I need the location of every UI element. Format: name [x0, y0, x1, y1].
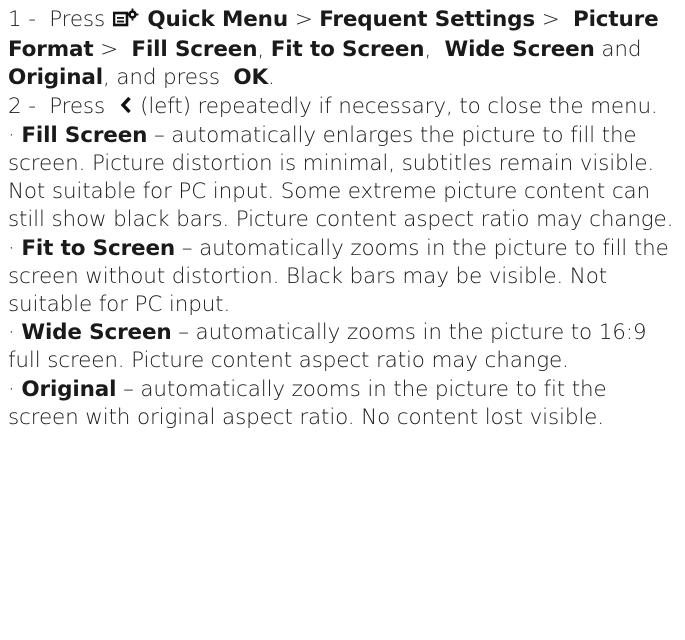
- step-1-fill-screen: Fill Screen: [131, 37, 258, 63]
- step-1-sep3: >: [100, 37, 119, 63]
- bullet-original: · Original – automatically zooms in the …: [8, 376, 680, 432]
- bullet-term: Original: [21, 376, 117, 402]
- quick-menu-icon: [112, 8, 139, 36]
- bullet-marker: ·: [8, 376, 15, 402]
- step-2-number: 2 -: [8, 93, 36, 119]
- step-1-press: Press: [49, 7, 106, 32]
- bullet-marker: ·: [8, 235, 15, 261]
- step-1-comma1: ,: [257, 37, 265, 63]
- step-1-wide-screen: Wide Screen: [444, 37, 595, 63]
- step-1-and: and: [601, 37, 642, 63]
- step-1-comma2: ,: [424, 37, 432, 63]
- chevron-left-icon: [120, 94, 132, 122]
- bullet-term: Fit to Screen: [21, 235, 176, 261]
- step-1-and-press: , and press: [103, 65, 220, 91]
- bullet-wide-screen: · Wide Screen – automatically zooms in t…: [8, 319, 680, 375]
- step-1-period: .: [267, 65, 275, 91]
- bullet-marker: ·: [8, 122, 15, 148]
- step-2-rest: (left) repeatedly if necessary, to close…: [140, 93, 658, 119]
- bullet-fill-screen: · Fill Screen – automatically enlarges t…: [8, 122, 680, 235]
- bullet-fit-to-screen: · Fit to Screen – automatically zooms in…: [8, 235, 680, 320]
- step-1-quick-menu: Quick Menu: [147, 7, 288, 32]
- step-1-ok: OK: [233, 65, 268, 91]
- bullet-marker: ·: [8, 320, 15, 346]
- document-body: 1 - Press Quick Menu > Frequent Settings…: [0, 0, 680, 432]
- step-1-sep1: >: [294, 7, 313, 32]
- step-1-frequent-settings: Frequent Settings: [319, 7, 536, 32]
- step-2: 2 - Press (left) repeatedly if necessary…: [8, 93, 680, 122]
- step-1: 1 - Press Quick Menu > Frequent Settings…: [8, 6, 680, 93]
- bullet-term: Fill Screen: [21, 122, 148, 148]
- step-1-sep2: >: [541, 7, 560, 32]
- step-1-original: Original: [8, 65, 103, 91]
- step-1-number: 1 -: [8, 7, 36, 32]
- bullet-term: Wide Screen: [21, 320, 172, 346]
- step-1-fit-to-screen: Fit to Screen: [270, 37, 425, 63]
- step-2-press: Press: [49, 93, 106, 119]
